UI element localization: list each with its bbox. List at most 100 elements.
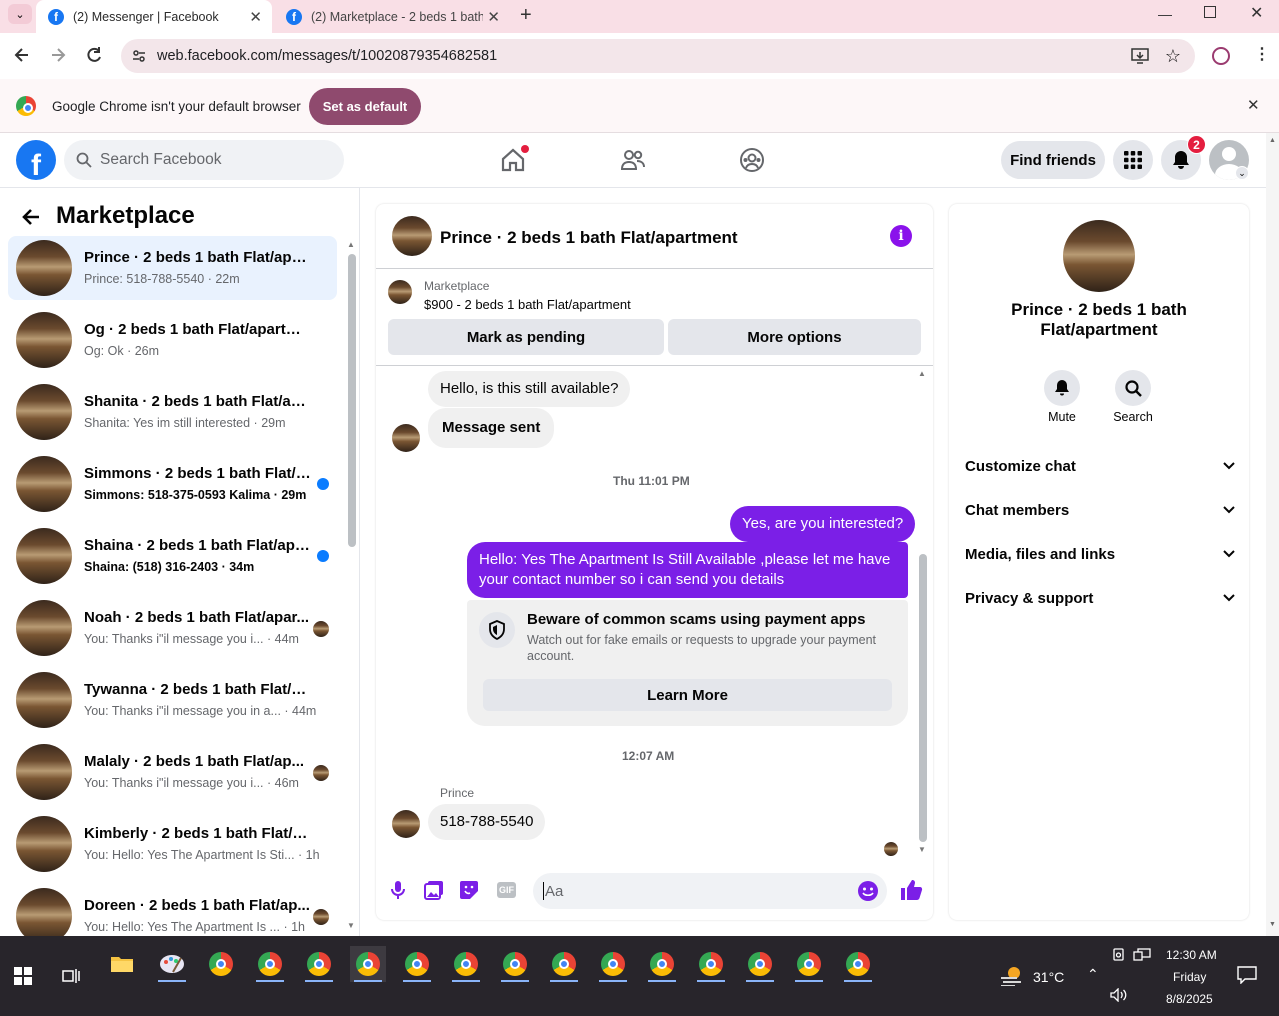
learn-more-button[interactable]: Learn More [483,679,892,711]
install-app-icon[interactable] [1131,47,1149,65]
conversation-item[interactable]: Noah · 2 beds 1 bath Flat/apar... You: Th… [8,596,337,660]
conversation-item[interactable]: Og · 2 beds 1 bath Flat/apartment Og: Ok … [8,308,337,372]
chrome-profile-taskbar-icon[interactable] [742,946,778,982]
scroll-up-arrow-icon[interactable]: ▲ [918,369,926,378]
chrome-profile-taskbar-icon[interactable] [252,946,288,982]
more-options-button[interactable]: More options [668,319,921,355]
minimize-icon[interactable]: — [1158,6,1172,22]
chat-members-section[interactable]: Chat members [965,498,1235,522]
tab-marketplace[interactable]: f (2) Marketplace - 2 beds 1 bath ✕ [276,3,510,31]
chrome-profile-taskbar-icon[interactable] [791,946,827,982]
chrome-profile-taskbar-icon[interactable] [399,946,435,982]
conversation-item[interactable]: Shanita · 2 beds 1 bath Flat/apar... Shan… [8,380,337,444]
temperature-text[interactable]: 31°C [1033,969,1064,985]
scroll-up-arrow-icon[interactable]: ▲ [347,240,355,249]
message-bubble-incoming[interactable]: 518-788-5540 [428,804,546,840]
message-bubble-outgoing[interactable]: Yes, are you interested? [730,506,916,542]
search-icon[interactable] [1115,370,1151,406]
media-files-section[interactable]: Media, files and links [965,542,1235,566]
chrome-profile-taskbar-icon-active[interactable] [350,946,386,982]
set-as-default-button[interactable]: Set as default [309,88,421,125]
find-friends-button[interactable]: Find friends [1001,141,1105,179]
message-bubble-incoming[interactable]: Hello, is this still available? [428,371,631,407]
message-bubble-incoming[interactable]: Message sent [428,408,555,448]
conversation-item[interactable]: Tywanna · 2 beds 1 bath Flat/ap... You: T… [8,668,337,732]
chrome-profile-taskbar-icon[interactable] [301,946,337,982]
scroll-down-arrow-icon[interactable]: ▼ [347,921,355,930]
message-bubble-outgoing[interactable]: Hello: Yes The Apartment Is Still Availa… [467,542,908,598]
url-text[interactable]: web.facebook.com/messages/t/100208793546… [157,48,497,64]
chrome-profile-taskbar-icon[interactable] [448,946,484,982]
chat-header-avatar[interactable] [392,216,432,256]
conversation-item[interactable]: Prince · 2 beds 1 bath Flat/apart... Prin… [8,236,337,300]
conversation-item[interactable]: Malaly · 2 beds 1 bath Flat/ap... You: Th… [8,740,337,804]
conversation-item[interactable]: Kimberly · 2 beds 1 bath Flat/ap... You: … [8,812,337,876]
sender-avatar[interactable] [392,810,420,838]
groups-icon[interactable] [739,147,765,173]
chrome-profile-taskbar-icon[interactable] [546,946,582,982]
profile-icon[interactable] [1212,47,1230,65]
chrome-profile-taskbar-icon[interactable] [497,946,533,982]
facebook-logo-icon[interactable]: f [16,140,56,180]
conversation-item[interactable]: Shaina · 2 beds 1 bath Flat/apa... Shaina… [8,524,337,588]
mute-bell-icon[interactable] [1044,370,1080,406]
show-hidden-icons-icon[interactable]: ⌃ [1087,966,1099,983]
restore-icon[interactable] [1204,6,1216,18]
windows-start-icon[interactable] [5,958,41,994]
notification-center-icon[interactable] [1237,966,1257,984]
conversation-list-scrollbar[interactable] [348,254,356,547]
message-composer-input[interactable]: Aa [533,873,887,909]
clock-date[interactable]: 8/8/2025 [1166,992,1213,1006]
close-tab-icon[interactable]: ✕ [487,8,500,26]
listing-thumbnail[interactable] [388,280,412,304]
sender-avatar[interactable] [392,424,420,452]
page-scrollbar[interactable]: ▲ ▼ [1266,133,1279,936]
emoji-icon[interactable] [857,880,879,902]
thumbs-up-icon[interactable] [899,878,923,902]
network-icon[interactable] [1133,948,1151,962]
chrome-profile-taskbar-icon[interactable] [840,946,876,982]
tab-search-button[interactable]: ⌄ [8,4,32,24]
more-menu-icon[interactable]: ⋮ [1254,44,1270,64]
chrome-profile-taskbar-icon[interactable] [693,946,729,982]
scroll-down-arrow-icon[interactable]: ▼ [918,845,926,854]
photo-icon[interactable] [424,880,444,900]
home-icon[interactable] [500,145,529,173]
file-explorer-icon[interactable] [104,946,140,982]
message-scrollbar[interactable] [919,554,927,842]
back-arrow-icon[interactable] [12,45,32,65]
account-chevron-icon[interactable]: ⌄ [1235,166,1249,180]
close-window-icon[interactable]: ✕ [1250,3,1263,23]
privacy-support-section[interactable]: Privacy & support [965,586,1235,610]
new-tab-button[interactable]: + [520,4,532,27]
device-icon[interactable] [1112,948,1126,962]
gif-icon[interactable]: GIF [497,882,516,898]
search-facebook-input[interactable]: Search Facebook [64,140,344,180]
close-tab-icon[interactable]: ✕ [249,8,262,26]
microphone-icon[interactable] [390,880,406,900]
menu-grid-icon[interactable] [1113,140,1153,180]
back-arrow-icon[interactable] [20,206,42,228]
clock-day[interactable]: Friday [1173,970,1206,984]
paint-app-icon[interactable] [154,946,190,982]
listing-text[interactable]: $900 - 2 beds 1 bath Flat/apartment [424,297,631,312]
site-info-icon[interactable] [131,48,147,64]
chrome-taskbar-icon[interactable] [203,946,239,982]
close-infobar-icon[interactable]: ✕ [1247,96,1260,114]
weather-icon[interactable] [1000,964,1026,986]
chrome-profile-taskbar-icon[interactable] [644,946,680,982]
forward-arrow-icon[interactable] [48,45,68,65]
info-icon[interactable]: i [890,225,912,247]
clock-time[interactable]: 12:30 AM [1166,948,1217,962]
task-view-icon[interactable] [53,958,89,994]
chat-title[interactable]: Prince · 2 beds 1 bath Flat/apartment [440,228,738,248]
friends-icon[interactable] [620,147,646,173]
conversation-item[interactable]: Doreen · 2 beds 1 bath Flat/ap... You: He… [8,884,337,936]
mark-as-pending-button[interactable]: Mark as pending [388,319,664,355]
customize-chat-section[interactable]: Customize chat [965,454,1235,478]
tab-messenger[interactable]: f (2) Messenger | Facebook ✕ [36,0,272,33]
volume-icon[interactable] [1110,988,1128,1002]
chrome-profile-taskbar-icon[interactable] [595,946,631,982]
bookmark-star-icon[interactable]: ☆ [1165,46,1181,67]
reload-icon[interactable] [84,45,104,65]
